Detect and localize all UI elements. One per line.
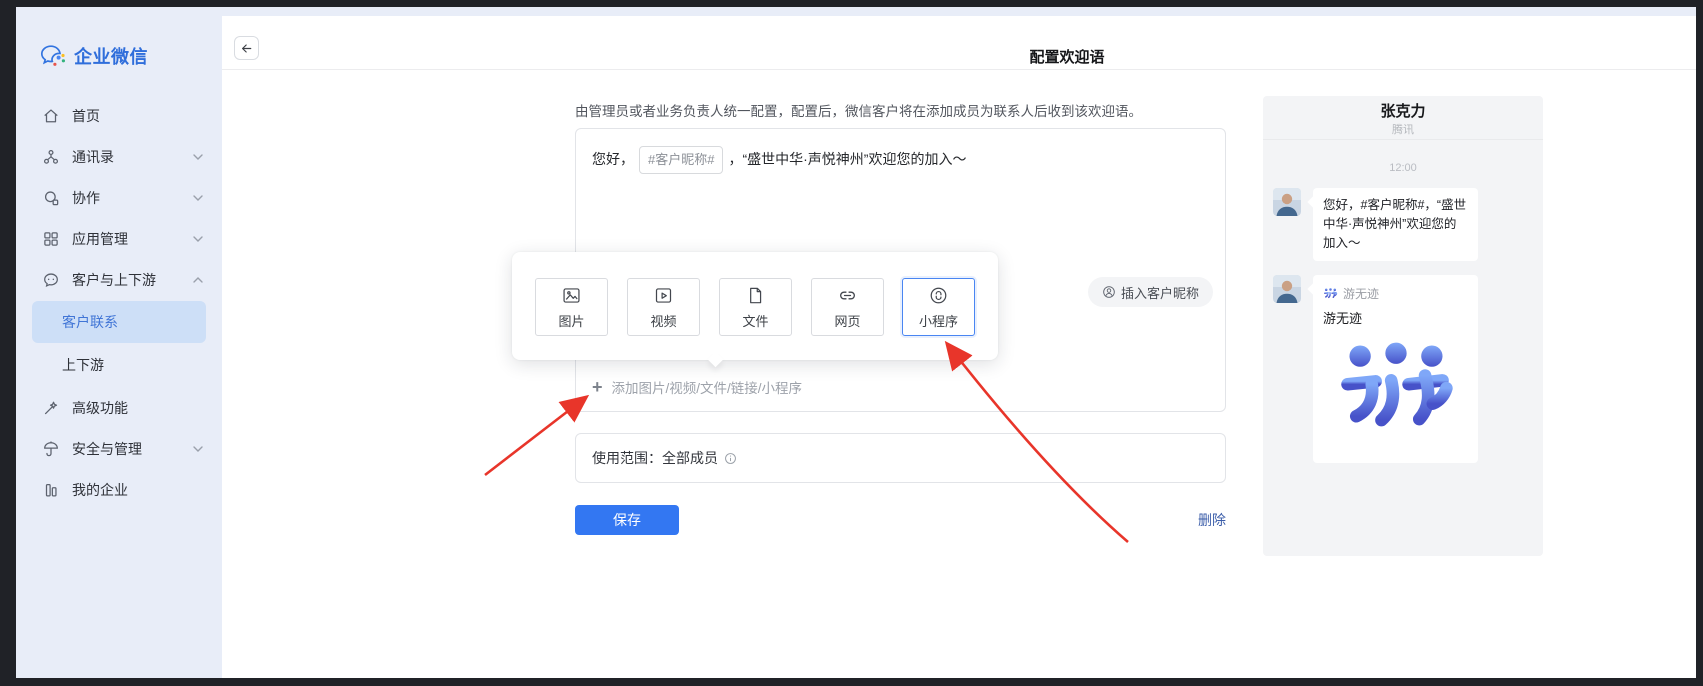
sidebar-item-security[interactable]: 安全与管理 [16, 428, 222, 469]
save-button[interactable]: 保存 [575, 505, 679, 535]
attach-option-video[interactable]: 视频 [627, 278, 700, 336]
chevron-down-icon [192, 151, 204, 163]
miniprogram-cover-image [1333, 341, 1459, 443]
sidebar-item-contacts[interactable]: 通讯录 [16, 136, 222, 177]
chevron-down-icon [192, 192, 204, 204]
add-attachment-label: 添加图片/视频/文件/链接/小程序 [612, 377, 803, 397]
brand-logo[interactable]: 企业微信 [40, 43, 222, 69]
sidebar: 企业微信 首页通讯录协作应用管理客户与上下游客户联系上下游高级功能安全与管理我的… [16, 7, 222, 678]
company-icon [42, 481, 60, 499]
chevron-up-icon [192, 274, 204, 286]
sidebar-item-customer[interactable]: 客户与上下游 [16, 259, 222, 300]
page-title: 配置欢迎语 [992, 46, 1142, 67]
config-description: 由管理员或者业务负责人统一配置，配置后，微信客户将在添加成员为联系人后收到该欢迎… [575, 100, 1226, 120]
customer-icon [42, 271, 60, 289]
chevron-down-icon [192, 443, 204, 455]
person-circle-icon [1102, 285, 1116, 299]
insert-nickname-label: 插入客户昵称 [1121, 283, 1199, 302]
message-timestamp: 12:00 [1263, 162, 1543, 174]
preview-message-miniprogram: 游无迹 游无迹 [1263, 275, 1543, 463]
sidebar-subitem-upstream-downstream[interactable]: 上下游 [32, 344, 206, 386]
sidebar-item-apps[interactable]: 应用管理 [16, 218, 222, 259]
plus-icon: + [592, 378, 603, 396]
brand-name: 企业微信 [74, 43, 148, 69]
sidebar-item-collab[interactable]: 协作 [16, 177, 222, 218]
insert-nickname-button[interactable]: 插入客户昵称 [1088, 277, 1213, 307]
preview-message-text: 您好，#客户昵称#，“盛世中华·声悦神州”欢迎您的加入～ [1263, 188, 1543, 261]
attach-option-link[interactable]: 网页 [811, 278, 884, 336]
preview-contact-header: 张克力 腾讯 [1263, 96, 1543, 140]
advanced-icon [42, 399, 60, 417]
chevron-down-icon [192, 233, 204, 245]
attach-option-miniprogram[interactable]: 小程序 [902, 278, 975, 336]
usage-scope-row[interactable]: 使用范围：全部成员 [575, 433, 1226, 483]
miniprogram-logo-icon-small [1323, 288, 1338, 300]
back-arrow-icon [240, 42, 253, 55]
link-icon [837, 285, 858, 306]
sidebar-item-home[interactable]: 首页 [16, 95, 222, 136]
home-icon [42, 107, 60, 125]
delete-button[interactable]: 删除 [1198, 510, 1226, 530]
add-attachment-row[interactable]: + 添加图片/视频/文件/链接/小程序 [576, 362, 1225, 411]
main-content: 配置欢迎语 由管理员或者业务负责人统一配置，配置后，微信客户将在添加成员为联系人… [222, 16, 1696, 678]
apps-icon [42, 230, 60, 248]
security-icon [42, 440, 60, 458]
wecom-admin-app: 企业微信 首页通讯录协作应用管理客户与上下游客户联系上下游高级功能安全与管理我的… [16, 7, 1696, 678]
attach-option-file[interactable]: 文件 [719, 278, 792, 336]
attach-option-image[interactable]: 图片 [535, 278, 608, 336]
sender-avatar [1273, 275, 1301, 303]
chat-preview-panel: 张克力 腾讯 12:00 您好，#客户昵称#，“盛世中华·声悦神州”欢迎您的加入… [1263, 96, 1543, 556]
greeting-suffix: ，“盛世中华·声悦神州”欢迎您的加入～ [728, 151, 966, 167]
back-button[interactable] [234, 36, 259, 60]
info-icon[interactable] [724, 452, 737, 465]
sidebar-menu: 首页通讯录协作应用管理客户与上下游客户联系上下游高级功能安全与管理我的企业 [16, 95, 222, 510]
usage-scope-label: 使用范围：全部成员 [592, 448, 718, 468]
page-header: 配置欢迎语 [222, 16, 1696, 70]
file-icon [745, 285, 766, 306]
contact-name: 张克力 [1263, 103, 1543, 121]
collab-icon [42, 189, 60, 207]
video-icon [653, 285, 674, 306]
contact-company: 腾讯 [1263, 121, 1543, 137]
sidebar-subitem-customer-contact[interactable]: 客户联系 [32, 301, 206, 343]
image-icon [561, 285, 582, 306]
sender-avatar [1273, 188, 1301, 216]
wecom-logo-icon [40, 44, 66, 68]
sidebar-item-advanced[interactable]: 高级功能 [16, 387, 222, 428]
welcome-message-bubble: 您好，#客户昵称#，“盛世中华·声悦神州”欢迎您的加入～ [1313, 188, 1478, 261]
miniprogram-card[interactable]: 游无迹 游无迹 [1313, 275, 1478, 463]
miniprogram-title: 游无迹 [1323, 308, 1468, 327]
customer-nickname-token[interactable]: #客户昵称# [639, 146, 723, 174]
miniprogram-icon [928, 285, 949, 306]
miniprogram-source: 游无迹 [1343, 285, 1379, 302]
greeting-prefix: 您好， [592, 151, 634, 167]
welcome-message-text[interactable]: 您好， #客户昵称# ，“盛世中华·声悦神州”欢迎您的加入～ [576, 129, 1225, 191]
attachment-type-popup: 图片视频文件网页小程序 [512, 252, 998, 360]
screenshot-frame: 企业微信 首页通讯录协作应用管理客户与上下游客户联系上下游高级功能安全与管理我的… [0, 0, 1703, 686]
sidebar-item-company[interactable]: 我的企业 [16, 469, 222, 510]
contacts-icon [42, 148, 60, 166]
attach-popup-options: 图片视频文件网页小程序 [535, 278, 975, 336]
